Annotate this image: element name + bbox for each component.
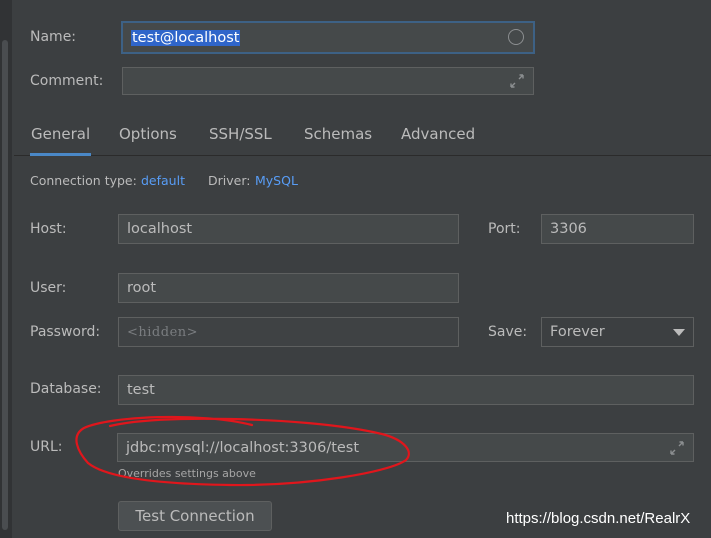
url-label: URL: — [30, 439, 63, 455]
port-value: 3306 — [550, 221, 587, 237]
test-connection-button[interactable]: Test Connection — [118, 501, 272, 531]
database-label: Database: — [30, 381, 102, 397]
driver-label: Driver: — [208, 173, 251, 188]
user-label: User: — [30, 280, 67, 296]
password-input[interactable]: <hidden> — [118, 317, 459, 347]
port-input[interactable]: 3306 — [541, 214, 694, 244]
dropdown-arrow-icon — [673, 329, 685, 336]
expand-icon[interactable] — [669, 440, 685, 456]
password-label: Password: — [30, 324, 101, 340]
name-input[interactable]: test@localhost — [121, 21, 535, 54]
driver-link[interactable]: MySQL — [255, 173, 298, 188]
tab-schemas[interactable]: Schemas — [304, 116, 372, 155]
clear-circle-icon[interactable] — [508, 28, 524, 45]
tab-general[interactable]: General — [29, 116, 92, 156]
watermark: https://blog.csdn.net/RealrX — [506, 510, 691, 527]
host-value: localhost — [127, 221, 193, 237]
left-panel-edge — [0, 0, 12, 538]
database-value: test — [127, 382, 155, 398]
host-label: Host: — [30, 221, 67, 237]
save-dropdown[interactable]: Forever — [541, 317, 694, 347]
scrollbar-thumb[interactable] — [2, 40, 8, 530]
url-value: jdbc:mysql://localhost:3306/test — [126, 439, 360, 456]
connection-type-label: Connection type: — [30, 173, 137, 188]
tab-options[interactable]: Options — [119, 116, 177, 155]
save-value: Forever — [550, 324, 605, 340]
tab-ssh-ssl[interactable]: SSH/SSL — [209, 116, 272, 155]
save-label: Save: — [488, 324, 528, 340]
database-input[interactable]: test — [118, 375, 694, 405]
url-input[interactable]: jdbc:mysql://localhost:3306/test — [117, 433, 694, 462]
expand-icon[interactable] — [509, 73, 525, 89]
user-value: root — [127, 280, 157, 296]
user-input[interactable]: root — [118, 273, 459, 303]
name-value: test@localhost — [131, 29, 241, 46]
comment-input[interactable] — [122, 67, 534, 95]
host-input[interactable]: localhost — [118, 214, 459, 244]
tab-advanced[interactable]: Advanced — [401, 116, 475, 155]
connection-type-link[interactable]: default — [141, 173, 185, 188]
name-label: Name: — [30, 29, 77, 45]
port-label: Port: — [488, 221, 521, 237]
comment-label: Comment: — [30, 73, 104, 89]
tab-bar: General Options SSH/SSL Schemas Advanced — [14, 116, 711, 156]
password-placeholder: <hidden> — [127, 324, 199, 340]
url-hint: Overrides settings above — [118, 467, 256, 480]
